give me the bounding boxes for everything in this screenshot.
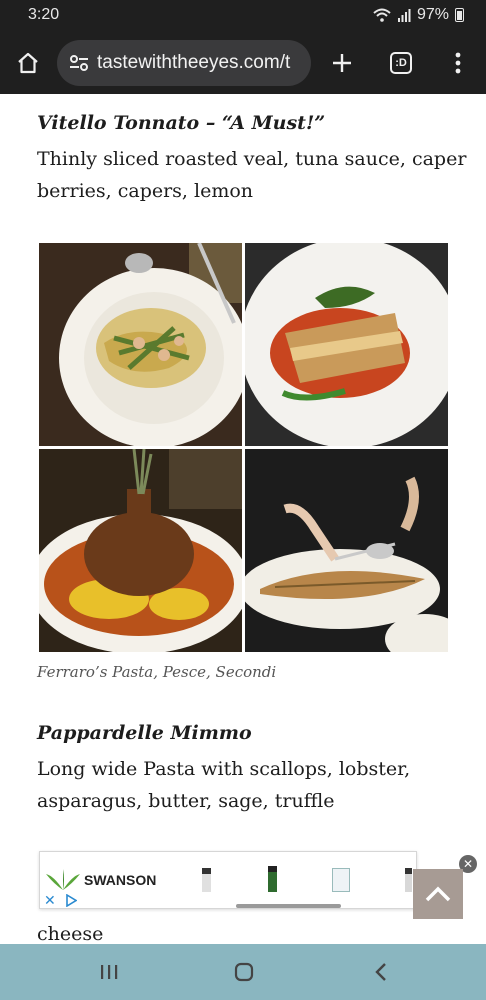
system-nav-bar [0, 944, 486, 1000]
ad-product-4[interactable] [405, 868, 412, 892]
ad-product-2[interactable] [268, 866, 277, 892]
status-bar: 3:20 97% [0, 0, 486, 32]
dish-desc-vitello: Thinly sliced roasted veal, tuna sauce, … [37, 148, 467, 202]
ad-close-x-icon[interactable]: ✕ [44, 892, 56, 909]
ad-brand: SWANSON [84, 872, 157, 888]
photo-pasta[interactable] [39, 243, 242, 446]
chevron-up-icon [425, 886, 451, 902]
photo-lasagna[interactable] [245, 243, 448, 446]
status-time: 3:20 [28, 6, 60, 23]
recents-icon[interactable] [94, 958, 124, 986]
browser-toolbar: tastewiththeeyes.com/t :D [0, 32, 486, 94]
ad-banner[interactable]: SWANSON ✕ [39, 851, 417, 909]
dish-title-pappardelle: Pappardelle Mimmo [37, 722, 252, 744]
adchoices-icon[interactable] [65, 894, 77, 907]
battery-icon [455, 8, 464, 22]
scroll-to-top-button[interactable] [413, 869, 463, 919]
status-icons: 97% [373, 6, 464, 24]
food-photo-grid[interactable] [39, 243, 448, 652]
battery-percent: 97% [416, 6, 449, 23]
url-text: tastewiththeeyes.com/t [97, 52, 291, 73]
tab-switcher-icon[interactable]: :D [384, 46, 418, 80]
photo-caption: Ferraro’s Pasta, Pesce, Secondi [37, 663, 277, 681]
more-menu-icon[interactable] [441, 46, 475, 80]
new-tab-icon[interactable] [325, 46, 359, 80]
photo-fish[interactable] [245, 449, 448, 652]
address-bar[interactable]: tastewiththeeyes.com/t [57, 40, 311, 86]
site-settings-icon[interactable] [69, 54, 89, 72]
photo-osso-buco[interactable] [39, 449, 242, 652]
home-icon[interactable] [11, 46, 45, 80]
ad-scroll-indicator [236, 904, 341, 908]
home-nav-icon[interactable] [229, 958, 259, 986]
dish-desc-pappardelle: Long wide Pasta with scallops, lobster, … [37, 758, 411, 812]
ad-product-3[interactable] [332, 868, 350, 892]
swanson-leaf-logo [46, 869, 80, 890]
back-icon[interactable] [366, 958, 396, 986]
tab-count: :D [390, 52, 412, 74]
dish-title-vitello: Vitello Tonnato – “A Must!” [37, 112, 326, 134]
signal-icon [397, 9, 411, 22]
wifi-icon [373, 8, 391, 22]
ad-product-1[interactable] [202, 868, 211, 892]
